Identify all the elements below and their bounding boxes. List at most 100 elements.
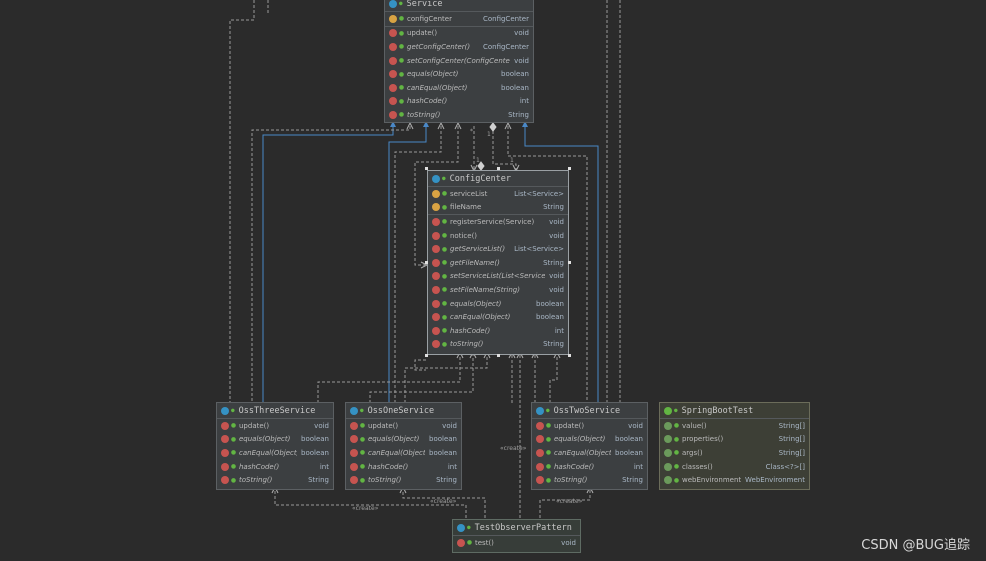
return-type: String — [622, 476, 643, 485]
method-row[interactable]: ● toString() String — [385, 108, 533, 122]
return-type: int — [633, 462, 643, 471]
class-node-configcenter[interactable]: ● ConfigCenter ● serviceList List<Service>… — [427, 170, 569, 355]
class-title: OssTwoService — [553, 405, 621, 416]
field-name: configCenter — [407, 14, 452, 23]
method-row[interactable]: ● getServiceList() List<Service> — [428, 242, 568, 256]
method-row[interactable]: ● getFileName() String — [428, 256, 568, 270]
method-row[interactable]: ● update() void — [532, 419, 647, 433]
class-node-osstwoservice[interactable]: ● OssTwoService ● update() void ● equals(Obj… — [531, 402, 648, 490]
visibility-icon: ● — [359, 422, 366, 430]
method-row[interactable]: ● setServiceList(List<Service>) void — [428, 270, 568, 284]
method-row[interactable]: ● update() void — [385, 27, 533, 41]
method-row[interactable]: ● toString() String — [217, 473, 333, 487]
visibility-icon: ● — [230, 435, 237, 443]
method-icon — [432, 272, 440, 281]
method-row[interactable]: ● hashCode() int — [428, 324, 568, 338]
field-row[interactable]: ● configCenter ConfigCenter — [385, 12, 533, 26]
method-name: equals(Object) — [407, 70, 459, 79]
method-row[interactable]: ● classes() Class<?>[] — [660, 460, 809, 474]
method-row[interactable]: ● update() void — [217, 419, 333, 433]
method-name: registerService(Service) — [450, 217, 535, 226]
method-row[interactable]: ● setFileName(String) void — [428, 283, 568, 297]
methods-section: ● test() void — [453, 536, 580, 550]
return-type: void — [549, 285, 564, 294]
method-icon — [221, 448, 229, 457]
method-row[interactable]: ● webEnvironment() WebEnvironment — [660, 473, 809, 487]
multiplicity-label: 1 — [487, 131, 491, 138]
return-type: int — [447, 462, 457, 471]
method-row[interactable]: ● toString() String — [346, 473, 461, 487]
method-name: hashCode() — [239, 462, 280, 471]
method-name: webEnvironment() — [682, 476, 742, 485]
methods-section: ● update() void ● getConfigCenter() ConfigCen… — [385, 27, 533, 122]
class-node-service[interactable]: ● Service ● configCenter ConfigCenter ● upd… — [384, 0, 534, 123]
method-icon — [350, 448, 358, 457]
method-icon — [432, 245, 440, 254]
method-row[interactable]: ● hashCode() int — [346, 460, 461, 474]
selection-handle[interactable] — [568, 354, 571, 357]
method-icon — [432, 340, 440, 349]
visibility-icon: ● — [673, 449, 680, 457]
return-type: void — [514, 56, 529, 65]
method-row[interactable]: ● setConfigCenter(ConfigCenter) void — [385, 54, 533, 68]
method-row[interactable]: ● hashCode() int — [385, 95, 533, 109]
method-row[interactable]: ● registerService(Service) void — [428, 215, 568, 229]
method-row[interactable]: ● canEqual(Object) boolean — [346, 446, 461, 460]
return-type: Class<?>[] — [765, 462, 805, 471]
method-name: toString() — [554, 476, 588, 485]
class-node-springboottest[interactable]: ● SpringBootTest ● value() String[] ● proper… — [659, 402, 810, 490]
create-label: «create» — [556, 498, 583, 505]
method-row[interactable]: ● hashCode() int — [532, 460, 647, 474]
method-row[interactable]: ● test() void — [453, 536, 580, 550]
method-name: update() — [407, 29, 438, 38]
method-row[interactable]: ● equals(Object) boolean — [385, 67, 533, 81]
selection-handle[interactable] — [568, 167, 571, 170]
method-row[interactable]: ● canEqual(Object) boolean — [532, 446, 647, 460]
method-icon — [389, 110, 397, 119]
class-header: ● OssThreeService — [217, 403, 333, 419]
method-icon — [432, 326, 440, 335]
selection-handle[interactable] — [425, 261, 428, 264]
return-type: boolean — [301, 448, 329, 457]
method-row[interactable]: ● hashCode() int — [217, 460, 333, 474]
class-node-ossthreeservice[interactable]: ● OssThreeService ● update() void ● equals(O… — [216, 402, 334, 490]
selection-handle[interactable] — [568, 261, 571, 264]
visibility-icon: ● — [398, 97, 405, 105]
method-row[interactable]: ● equals(Object) boolean — [428, 297, 568, 311]
class-header: ● ConfigCenter — [428, 171, 568, 187]
method-row[interactable]: ● value() String[] — [660, 419, 809, 433]
field-row[interactable]: ● serviceList List<Service> — [428, 187, 568, 201]
method-row[interactable]: ● canEqual(Object) boolean — [385, 81, 533, 95]
method-row[interactable]: ● update() void — [346, 419, 461, 433]
selection-handle[interactable] — [497, 354, 500, 357]
method-name: canEqual(Object) — [239, 448, 297, 457]
class-node-ossoneservice[interactable]: ● OssOneService ● update() void ● equals(Obj… — [345, 402, 462, 490]
class-title: Service — [406, 0, 443, 9]
method-row[interactable]: ● equals(Object) boolean — [532, 433, 647, 447]
method-name: update() — [239, 421, 270, 430]
method-row[interactable]: ● properties() String[] — [660, 433, 809, 447]
visibility-icon: ● — [359, 449, 366, 457]
method-row[interactable]: ● canEqual(Object) boolean — [217, 446, 333, 460]
method-row[interactable]: ● notice() void — [428, 229, 568, 243]
selection-handle[interactable] — [497, 167, 500, 170]
method-row[interactable]: ● toString() String — [428, 338, 568, 352]
selection-handle[interactable] — [425, 167, 428, 170]
method-row[interactable]: ● toString() String — [532, 473, 647, 487]
field-type: String — [543, 203, 564, 212]
class-node-testobserverpattern[interactable]: ● TestObserverPattern ● test() void — [452, 519, 581, 553]
return-type: void — [549, 217, 564, 226]
method-row[interactable]: ● equals(Object) boolean — [346, 433, 461, 447]
method-name: toString() — [407, 110, 441, 119]
method-row[interactable]: ● getConfigCenter() ConfigCenter — [385, 40, 533, 54]
class-icon — [350, 406, 358, 415]
visibility-icon: ● — [359, 476, 366, 484]
method-row[interactable]: ● args() String[] — [660, 446, 809, 460]
methods-section: ● value() String[] ● properties() String[] ● ar… — [660, 419, 809, 487]
visibility-icon: ● — [673, 422, 680, 430]
method-row[interactable]: ● canEqual(Object) boolean — [428, 310, 568, 324]
field-row[interactable]: ● fileName String — [428, 201, 568, 215]
class-title: TestObserverPattern — [474, 522, 572, 533]
selection-handle[interactable] — [425, 354, 428, 357]
method-row[interactable]: ● equals(Object) boolean — [217, 433, 333, 447]
